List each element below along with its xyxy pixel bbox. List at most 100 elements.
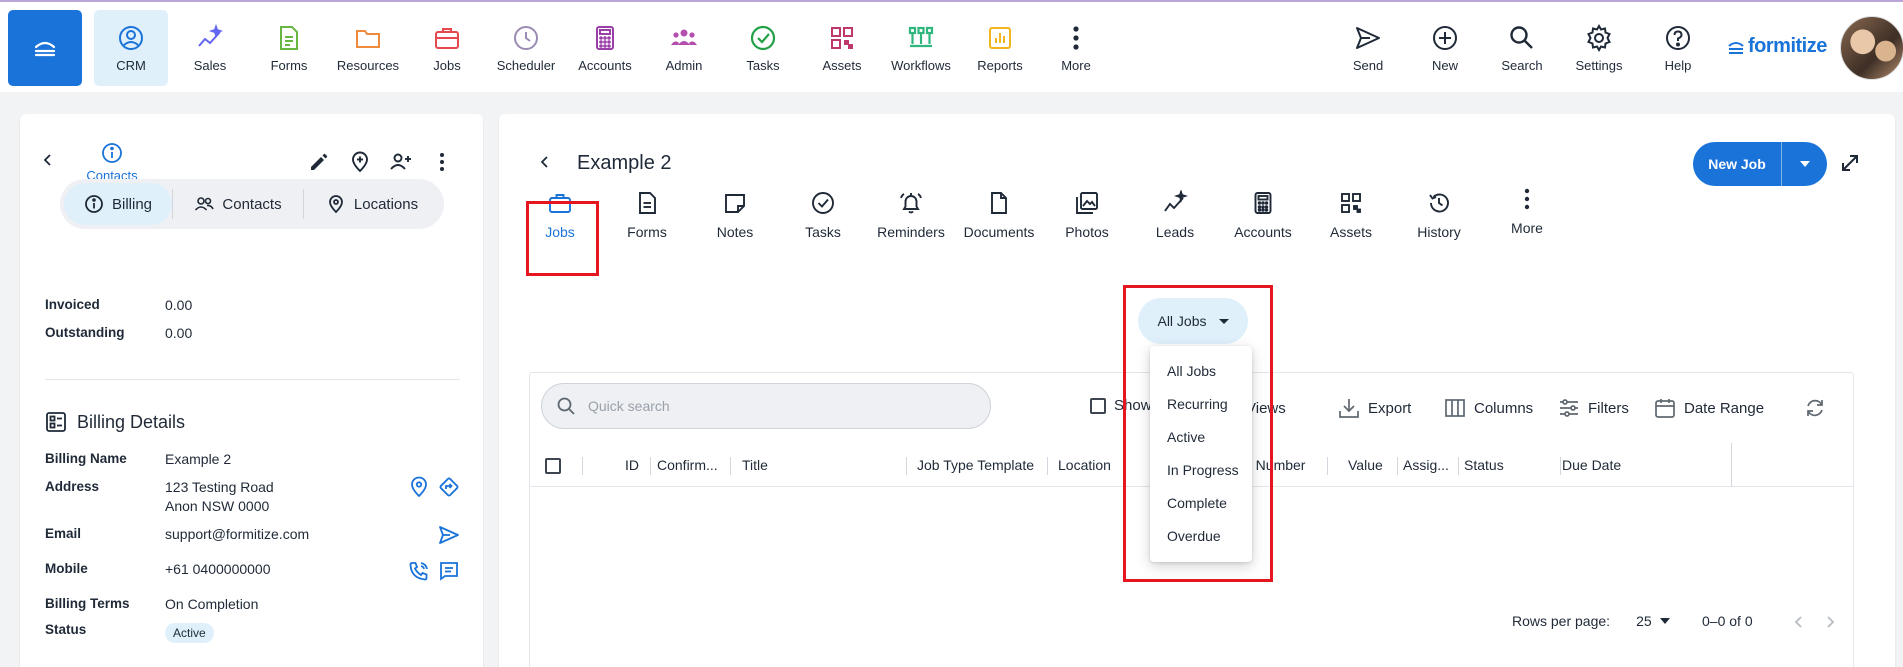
contacts-icon — [195, 197, 215, 211]
nav-sales[interactable]: Sales — [173, 10, 247, 86]
user-avatar[interactable] — [1840, 16, 1903, 80]
nav-accounts[interactable]: Accounts — [568, 10, 642, 86]
date-range-button[interactable]: Date Range — [1654, 397, 1764, 419]
panel-segment-control: Billing Contacts Locations — [60, 179, 444, 229]
tab-label: Tasks — [805, 224, 841, 240]
nav-more[interactable]: More — [1039, 10, 1113, 86]
tab-accounts[interactable]: Accounts — [1219, 176, 1307, 254]
info-icon — [85, 195, 103, 213]
nav-search[interactable]: Search — [1485, 10, 1559, 86]
select-all-checkbox[interactable] — [545, 458, 561, 474]
send-email-icon[interactable] — [438, 524, 460, 546]
tab-leads[interactable]: Leads — [1131, 176, 1219, 254]
tab-label: Notes — [716, 224, 754, 240]
rows-per-page-select[interactable]: 25 — [1636, 613, 1670, 629]
nav-settings[interactable]: Settings — [1562, 10, 1636, 86]
tab-tasks[interactable]: Tasks — [779, 176, 867, 254]
bar-chart-icon — [989, 27, 1011, 49]
columns-button[interactable]: Columns — [1444, 397, 1533, 419]
divider — [45, 379, 460, 380]
tab-documents[interactable]: Documents — [955, 176, 1043, 254]
nav-label: Tasks — [746, 58, 780, 73]
tab-label: Forms — [627, 224, 667, 240]
filter-sliders-icon — [1560, 399, 1578, 417]
column-header-assigned[interactable]: Assig... — [1403, 457, 1449, 473]
prev-page-icon[interactable] — [1792, 615, 1806, 629]
qr-icon — [831, 27, 853, 49]
check-circle-icon — [812, 192, 834, 214]
new-job-dropdown-button[interactable] — [1782, 160, 1827, 168]
column-header-status[interactable]: Status — [1464, 457, 1504, 473]
tab-notes[interactable]: Notes — [691, 176, 779, 254]
segment-contacts[interactable]: Contacts — [173, 183, 303, 225]
tab-assets[interactable]: Assets — [1307, 176, 1395, 254]
nav-tasks[interactable]: Tasks — [726, 10, 800, 86]
nav-jobs[interactable]: Jobs — [410, 10, 484, 86]
nav-scheduler[interactable]: Scheduler — [489, 10, 563, 86]
back-chevron-icon[interactable] — [537, 154, 553, 170]
column-header-location[interactable]: Location — [1058, 457, 1111, 473]
refresh-icon[interactable] — [1804, 397, 1826, 419]
field-label: Invoiced — [45, 297, 100, 312]
expand-icon[interactable] — [1839, 152, 1861, 174]
directions-icon[interactable] — [438, 476, 460, 498]
field-value: 0.00 — [165, 325, 193, 341]
column-divider — [730, 457, 731, 475]
export-button[interactable]: Export — [1338, 397, 1411, 419]
nav-forms[interactable]: Forms — [252, 10, 326, 86]
segment-billing[interactable]: Billing — [64, 183, 172, 225]
column-header-id[interactable]: ID — [625, 457, 639, 473]
column-header-due-date[interactable]: Due Date — [1562, 457, 1621, 473]
formitize-logo[interactable]: formitize — [1726, 35, 1827, 58]
history-icon — [1429, 193, 1449, 213]
export-label: Export — [1368, 399, 1412, 417]
column-header-value[interactable]: Value — [1348, 457, 1383, 473]
add-location-icon[interactable] — [348, 150, 372, 174]
field-label: Status — [45, 622, 87, 637]
column-divider — [650, 457, 651, 475]
tab-forms[interactable]: Forms — [603, 176, 691, 254]
help-icon — [1666, 26, 1690, 50]
tab-more[interactable]: More — [1483, 176, 1571, 254]
contacts-link[interactable]: Contacts — [72, 142, 152, 183]
nav-label: Settings — [1575, 58, 1623, 73]
column-divider — [906, 457, 907, 475]
new-job-button[interactable]: New Job — [1693, 156, 1781, 172]
phone-call-icon[interactable] — [408, 560, 430, 582]
note-icon — [725, 194, 745, 213]
nav-reports[interactable]: Reports — [963, 10, 1037, 86]
back-chevron-icon[interactable] — [40, 152, 56, 168]
nav-help[interactable]: Help — [1641, 10, 1715, 86]
nav-new[interactable]: New — [1408, 10, 1482, 86]
column-header-job-type-template[interactable]: Job Type Template — [917, 457, 1034, 473]
segment-locations[interactable]: Locations — [304, 183, 440, 225]
show-checkbox[interactable] — [1090, 397, 1106, 414]
more-vertical-icon[interactable] — [430, 150, 454, 174]
column-header-confirmed[interactable]: Confirm... — [657, 457, 718, 473]
nav-resources[interactable]: Resources — [331, 10, 405, 86]
nav-label: Help — [1664, 58, 1692, 73]
location-pin-icon[interactable] — [408, 476, 430, 498]
home-button[interactable] — [8, 10, 82, 86]
add-user-icon[interactable] — [389, 150, 413, 174]
caret-down-icon — [1799, 161, 1810, 167]
nav-label: Admin — [665, 58, 703, 73]
sms-message-icon[interactable] — [438, 560, 460, 582]
quick-search-input[interactable] — [588, 398, 968, 414]
logo-text: formitize — [1748, 35, 1827, 57]
tab-history[interactable]: History — [1395, 176, 1483, 254]
tab-reminders[interactable]: Reminders — [867, 176, 955, 254]
nav-assets[interactable]: Assets — [805, 10, 879, 86]
next-page-icon[interactable] — [1823, 615, 1837, 629]
filters-button[interactable]: Filters — [1558, 397, 1629, 419]
nav-crm[interactable]: CRM — [94, 10, 168, 86]
nav-label: Scheduler — [496, 58, 556, 73]
quick-search-field[interactable] — [541, 383, 991, 429]
nav-send[interactable]: Send — [1331, 10, 1405, 86]
nav-workflows[interactable]: Workflows — [884, 10, 958, 86]
edit-pencil-icon[interactable] — [307, 150, 331, 174]
tab-label: Reminders — [877, 224, 945, 240]
nav-admin[interactable]: Admin — [647, 10, 721, 86]
tab-photos[interactable]: Photos — [1043, 176, 1131, 254]
column-header-title[interactable]: Title — [742, 457, 768, 473]
